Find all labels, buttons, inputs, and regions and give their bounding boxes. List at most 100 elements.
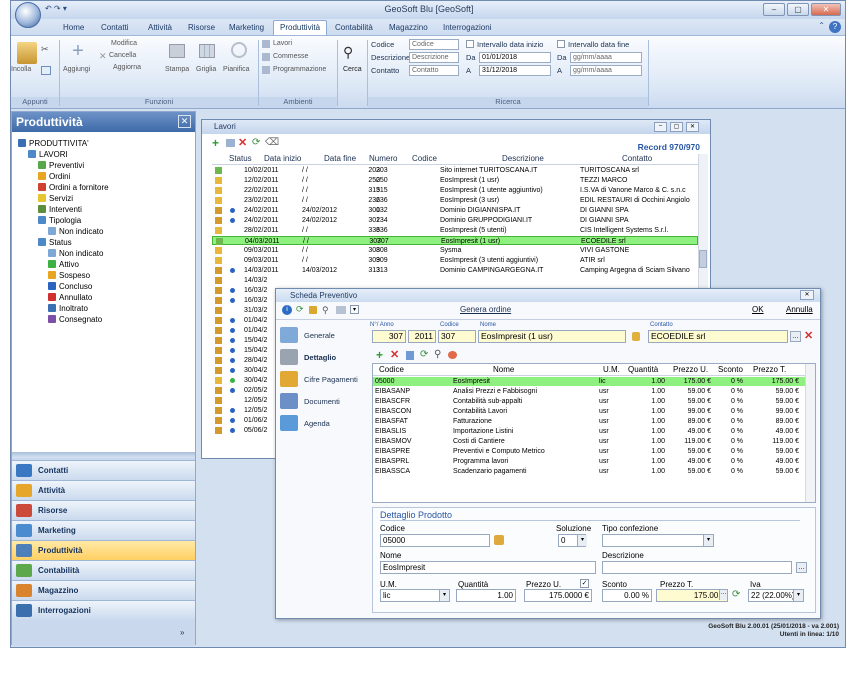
grid-row[interactable]: EIBASFAT Fatturazione usr 1.00 89.00 € 0 % 89.… — [373, 417, 805, 426]
add-icon[interactable]: + — [69, 41, 87, 61]
anno-field[interactable]: 2011 — [408, 330, 436, 343]
tab-magazzino[interactable]: Magazzino — [389, 21, 428, 35]
tree-item[interactable]: LAVORI — [28, 149, 68, 160]
tipo-field[interactable] — [602, 534, 714, 547]
browse-contatto-button[interactable]: … — [790, 331, 801, 342]
info-icon[interactable]: i — [282, 305, 292, 315]
tree-item[interactable]: Servizi — [38, 193, 73, 204]
window-restore-icon[interactable]: ▢ — [670, 122, 683, 132]
programmazione-button[interactable]: Programmazione — [273, 66, 326, 73]
grid-row[interactable]: 05000 EosImpresit lic 1.00 175.00 € 0 % 175.00… — [373, 377, 805, 386]
descrizione-edit-button[interactable]: … — [796, 562, 807, 573]
tree-item[interactable]: Tipologia — [38, 215, 81, 226]
grid-row[interactable]: EIBASSCA Scadenzario pagamenti usr 1.00 59.0… — [373, 467, 805, 476]
tab-attivita[interactable]: Attività — [148, 21, 172, 35]
nav-button[interactable]: Attività — [12, 480, 195, 500]
search-icon[interactable]: ⚲ — [434, 349, 441, 360]
refresh-icon[interactable]: ⟳ — [420, 349, 428, 360]
table-row[interactable]: 14/03/2011 14/03/2012 313 313 Dominio CAMPIN… — [212, 266, 698, 275]
descrizione-detail-field[interactable] — [602, 561, 792, 574]
nav-button[interactable]: Risorse — [12, 500, 195, 520]
grid-row[interactable]: EIBASCON Contabilità Lavori usr 1.00 99.00 €… — [373, 407, 805, 416]
tab-contabilita[interactable]: Contabilità — [335, 21, 373, 35]
table-row[interactable]: 23/02/2011/ /236 236 EosImpresit (3 usr) ED… — [212, 196, 698, 205]
commesse-button[interactable]: Commesse — [273, 53, 308, 60]
grid-row[interactable]: EIBASPRE Preventivi e Computo Metrico usr 1… — [373, 447, 805, 456]
grid-row[interactable]: EIBASLIS Importazione Listini usr 1.00 49.00… — [373, 427, 805, 436]
table-row[interactable]: 24/02/2011 24/02/2012 300 132 Dominio DIGIAN… — [212, 206, 698, 215]
recalc-icon[interactable]: ⟳ — [732, 589, 740, 600]
delete-button[interactable]: Cancella — [109, 52, 136, 59]
refresh-icon[interactable]: ⟳ — [252, 137, 260, 148]
palette-icon[interactable] — [448, 351, 457, 359]
intervallo-inizio-checkbox[interactable] — [466, 40, 474, 48]
genera-ordine-button[interactable]: Genera ordine — [460, 305, 511, 314]
print-button[interactable]: Stampa — [165, 66, 189, 73]
ribbon-collapse-icon[interactable]: ⌃ — [818, 21, 825, 30]
delete-row-icon[interactable]: ✕ — [390, 348, 399, 361]
add-row-icon[interactable]: + — [376, 348, 383, 362]
filter-icon[interactable]: ⌫ — [265, 137, 279, 148]
lavori-button[interactable]: Lavori — [273, 40, 292, 47]
nav-button[interactable]: Interrogazioni — [12, 600, 195, 620]
tab-home[interactable]: Home — [63, 21, 84, 35]
grid-col-header[interactable]: U.M. — [603, 365, 620, 374]
fine-da-field[interactable]: gg/mm/aaaa — [570, 52, 642, 63]
fine-a-field[interactable]: gg/mm/aaaa — [570, 65, 642, 76]
scroll-thumb[interactable] — [699, 250, 707, 268]
inizio-da-field[interactable]: 01/01/2018 — [479, 52, 551, 63]
descrizione-search-field[interactable]: Descrizione — [409, 52, 459, 63]
configure-buttons-icon[interactable]: » — [180, 628, 184, 637]
app-menu-button[interactable] — [15, 2, 41, 28]
table-row[interactable]: 22/02/2011/ /315 315 EosImpresit (1 utente… — [212, 186, 698, 195]
tree-item[interactable]: Ordini a fornitore — [38, 182, 109, 193]
contatto-field[interactable]: ECOEDILE srl — [648, 330, 788, 343]
minimize-button[interactable]: – — [763, 3, 785, 16]
tab-contatti[interactable]: Contatti — [101, 21, 129, 35]
attach-icon[interactable]: ⚲ — [322, 305, 329, 316]
tree-item[interactable]: Preventivi — [38, 160, 84, 171]
copy-row-icon[interactable] — [406, 351, 414, 360]
col-data-fine[interactable]: Data fine — [324, 154, 356, 163]
prezzot-field[interactable]: 175.00 € — [656, 589, 728, 602]
tab-marketing[interactable]: Marketing — [229, 21, 264, 35]
quick-access-toolbar[interactable]: ↶ ↷ ▾ — [45, 4, 85, 16]
tree-item[interactable]: Ordini — [38, 171, 70, 182]
nome-field[interactable]: EosImpresit (1 usr) — [478, 330, 626, 343]
nav-button[interactable]: Magazzino — [12, 580, 195, 600]
nav-button[interactable]: Contabilità — [12, 560, 195, 580]
grid-col-header[interactable]: Sconto — [718, 365, 743, 374]
sconto-field[interactable]: 0.00 % — [602, 589, 652, 602]
tree-item[interactable]: Attivo — [48, 259, 79, 270]
iva-dropdown-icon[interactable]: ▾ — [793, 590, 803, 601]
grid-col-header[interactable]: Quantità — [628, 365, 658, 374]
search-binoculars-icon[interactable]: ⚲ — [343, 44, 361, 60]
remove-contatto-icon[interactable]: ✕ — [804, 329, 813, 342]
tree-item[interactable]: Concluso — [48, 281, 92, 292]
grid-row[interactable]: EIBASCFR Contabilità sub-appalti usr 1.00 59… — [373, 397, 805, 406]
nav-button[interactable]: Contatti — [12, 460, 195, 480]
um-dropdown-icon[interactable]: ▾ — [439, 590, 449, 601]
grid-row[interactable]: EIBASANP Analisi Prezzi e Fabbisogni usr 1.… — [373, 387, 805, 396]
grid-col-header[interactable]: Prezzo T. — [753, 365, 786, 374]
delete-icon[interactable]: ✕ — [99, 51, 107, 62]
search-button[interactable]: Cerca — [343, 66, 362, 73]
grid-scrollbar[interactable] — [805, 364, 815, 502]
col-codice[interactable]: Codice — [412, 154, 437, 163]
quantita-field[interactable]: 1.00 — [456, 589, 516, 602]
codice-field[interactable]: 307 — [438, 330, 476, 343]
col-numero[interactable]: Numero — [369, 154, 397, 163]
soluzione-dropdown-icon[interactable]: ▾ — [577, 535, 587, 546]
table-row[interactable]: 24/02/2011 24/02/2012 302 134 Dominio GRUPPO… — [212, 216, 698, 225]
dropdown-icon[interactable]: ▾ — [350, 305, 359, 314]
intervallo-fine-checkbox[interactable] — [557, 40, 565, 48]
scheda-nav-item[interactable]: Dettaglio — [280, 349, 364, 367]
scheda-nav-item[interactable]: Generale — [280, 327, 364, 345]
tree-item[interactable]: Non indicato — [48, 226, 103, 237]
paste-button-label[interactable]: Incolla — [11, 66, 31, 73]
tree-item[interactable]: Status — [38, 237, 72, 248]
grid-row[interactable]: EIBASPRL Programma lavori usr 1.00 49.00 € 0 … — [373, 457, 805, 466]
table-row[interactable]: 14/03/2 — [212, 276, 698, 285]
tree-item[interactable]: Non indicato — [48, 248, 103, 259]
planner-icon[interactable] — [231, 42, 247, 58]
